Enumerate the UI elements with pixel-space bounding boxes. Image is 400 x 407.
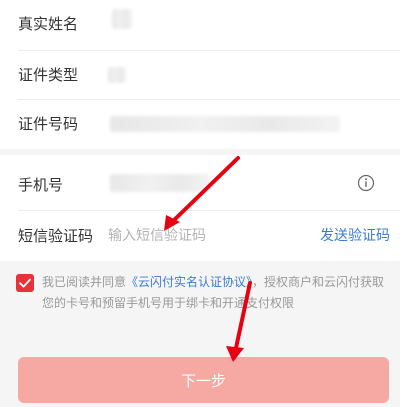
agreement-prefix: 我已阅读并同意: [42, 275, 127, 289]
checkmark-icon: [19, 278, 31, 288]
next-button[interactable]: 下一步: [18, 357, 389, 403]
real-name-value-masked: [112, 9, 132, 29]
id-number-value-masked: [110, 116, 340, 132]
id-number-row: 证件号码: [0, 100, 400, 149]
real-name-row: 真实姓名: [0, 0, 400, 50]
id-number-label: 证件号码: [18, 115, 79, 133]
real-name-label: 真实姓名: [18, 15, 79, 33]
id-type-value-masked: [108, 67, 126, 83]
id-type-label: 证件类型: [18, 66, 79, 84]
phone-row: 手机号: [0, 155, 400, 210]
send-code-button[interactable]: 发送验证码: [320, 227, 390, 245]
phone-label: 手机号: [18, 176, 64, 194]
sms-label: 短信验证码: [18, 227, 94, 245]
agreement-text: 我已阅读并同意《云闪付实名认证协议》，授权商户和云闪付获取您的卡号和预留手机号用…: [42, 272, 387, 314]
id-type-row[interactable]: 证件类型: [0, 51, 400, 99]
info-icon[interactable]: [357, 174, 375, 192]
agreement-checkbox[interactable]: [16, 274, 34, 292]
sms-code-input[interactable]: [108, 226, 308, 246]
phone-value-masked: [110, 174, 210, 192]
identity-card: 真实姓名 证件类型 证件号码: [0, 0, 400, 149]
agreement-link[interactable]: 《云闪付实名认证协议》: [126, 275, 252, 289]
